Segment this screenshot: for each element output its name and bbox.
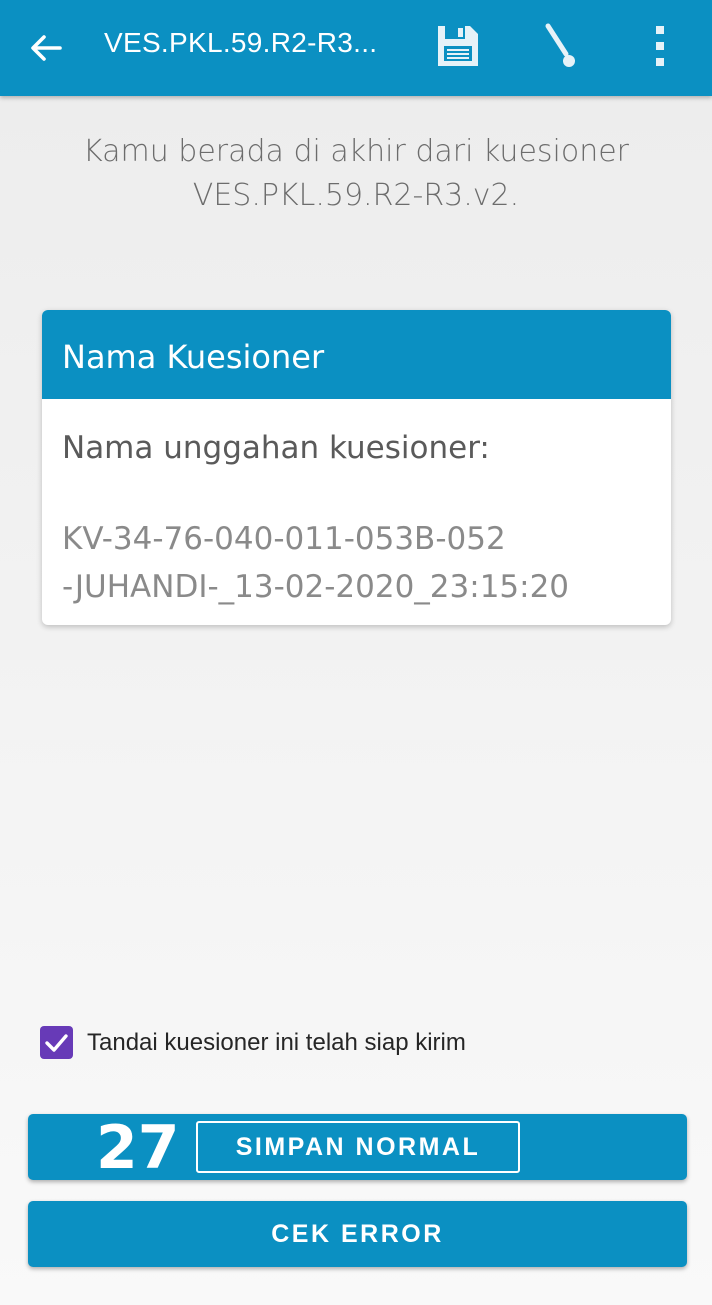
cek-error-button[interactable]: CEK ERROR xyxy=(28,1201,687,1267)
save-icon[interactable] xyxy=(434,22,482,70)
app-bar-title: VES.PKL.59.R2-R3... xyxy=(104,27,378,58)
simpan-normal-button[interactable]: 27 SIMPAN NORMAL xyxy=(28,1114,687,1180)
ready-to-send-checkbox[interactable] xyxy=(40,1026,73,1059)
checkmark-icon xyxy=(45,1034,68,1052)
annotation-number: 27 xyxy=(96,1113,180,1183)
end-of-questionnaire-message: Kamu berada di akhir dari kuesioner VES.… xyxy=(82,134,630,213)
brush-icon[interactable] xyxy=(538,20,586,70)
upload-name-line-1: KV-34-76-040-011-053B-052 xyxy=(62,521,506,557)
simpan-normal-label: SIMPAN NORMAL xyxy=(196,1121,520,1173)
ready-to-send-label: Tandai kuesioner ini telah siap kirim xyxy=(87,1029,466,1056)
app-bar: VES.PKL.59.R2-R3... xyxy=(0,0,712,96)
upload-name-label: Nama unggahan kuesioner: xyxy=(62,430,490,466)
back-arrow-icon[interactable] xyxy=(28,30,64,66)
upload-name-value: KV-34-76-040-011-053B-052 -JUHANDI-_13-0… xyxy=(62,515,662,611)
questionnaire-name-card: Nama Kuesioner Nama unggahan kuesioner: … xyxy=(42,310,671,625)
upload-name-line-2: -JUHANDI-_13-02-2020_23:15:20 xyxy=(62,569,570,605)
card-header: Nama Kuesioner xyxy=(42,310,671,399)
more-vert-icon[interactable] xyxy=(640,22,680,70)
